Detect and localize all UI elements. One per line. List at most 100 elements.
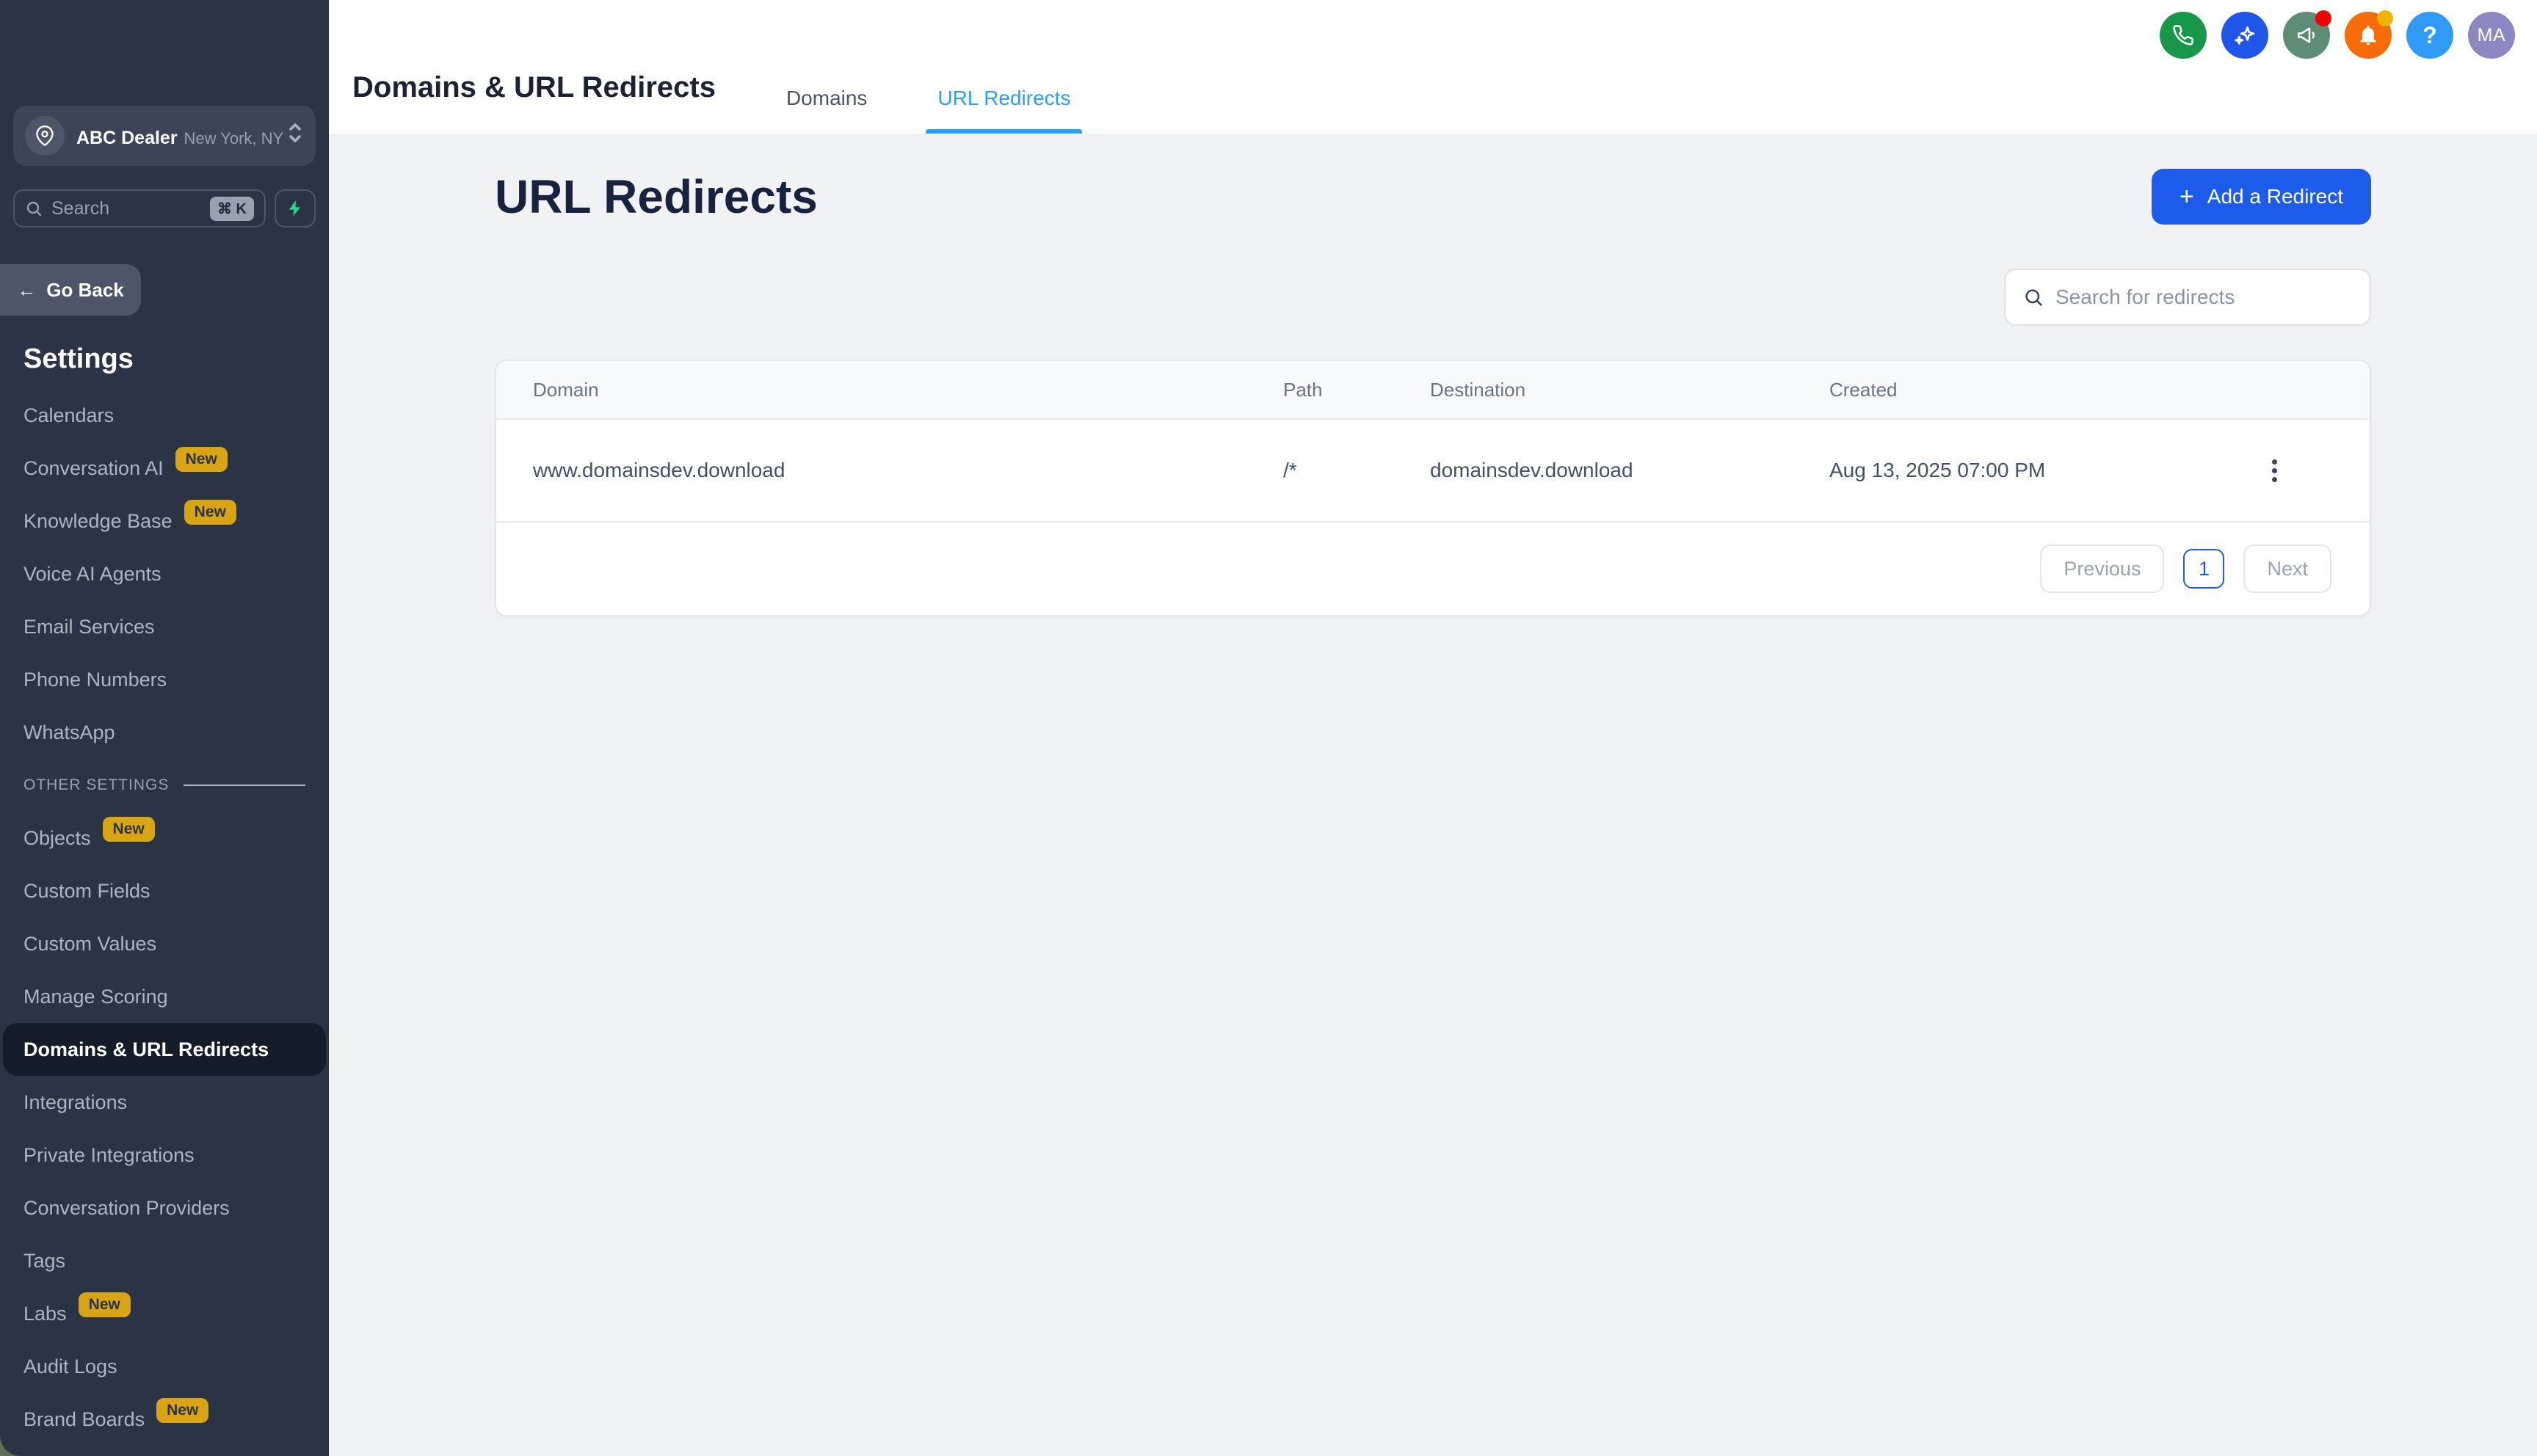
account-switcher[interactable]: ABC Dealer New York, NY bbox=[13, 106, 316, 166]
chevron-updown-icon bbox=[286, 120, 304, 152]
sidebar-item-domains-url-redirects[interactable]: Domains & URL Redirects bbox=[3, 1023, 326, 1076]
sidebar-item-label: Manage Scoring bbox=[23, 985, 168, 1008]
tab-url-redirects[interactable]: URL Redirects bbox=[926, 63, 1082, 134]
notification-dot-red bbox=[2315, 10, 2331, 26]
settings-menu: Calendars Conversation AI New Knowledge Bas… bbox=[0, 389, 329, 1446]
account-location: New York, NY bbox=[184, 128, 284, 148]
column-header-domain: Domain bbox=[533, 378, 599, 401]
go-back-button[interactable]: ← Go Back bbox=[0, 264, 141, 316]
row-actions-menu-button[interactable] bbox=[2266, 454, 2283, 488]
sidebar-item-custom-fields[interactable]: Custom Fields bbox=[0, 864, 329, 917]
plus-icon: + bbox=[2179, 183, 2194, 211]
add-redirect-label: Add a Redirect bbox=[2207, 185, 2343, 208]
column-header-created: Created bbox=[1829, 378, 1898, 401]
account-info: ABC Dealer New York, NY bbox=[76, 123, 286, 150]
section-label: OTHER SETTINGS bbox=[23, 776, 170, 793]
column-header-path: Path bbox=[1283, 378, 1323, 401]
go-back-label: Go Back bbox=[46, 278, 124, 301]
sidebar-item-conversation-providers[interactable]: Conversation Providers bbox=[0, 1182, 329, 1234]
lightning-bolt-icon bbox=[288, 200, 301, 216]
sidebar-search-placeholder: Search bbox=[51, 197, 110, 219]
user-avatar[interactable]: MA bbox=[2468, 12, 2515, 59]
cell-created: Aug 13, 2025 07:00 PM bbox=[1829, 459, 2046, 481]
sidebar-item-voice-ai-agents[interactable]: Voice AI Agents bbox=[0, 547, 329, 600]
pagination-row: Previous 1 Next bbox=[496, 523, 2370, 615]
sidebar-item-audit-logs[interactable]: Audit Logs bbox=[0, 1340, 329, 1393]
sidebar-item-private-integrations[interactable]: Private Integrations bbox=[0, 1129, 329, 1182]
sidebar-item-integrations[interactable]: Integrations bbox=[0, 1076, 329, 1129]
phone-button[interactable] bbox=[2160, 12, 2207, 59]
new-badge: New bbox=[102, 817, 155, 842]
cell-destination: domainsdev.download bbox=[1430, 459, 1633, 481]
sidebar-item-label: Voice AI Agents bbox=[23, 562, 161, 585]
page-title: Domains & URL Redirects bbox=[352, 71, 716, 103]
tab-domains[interactable]: Domains bbox=[774, 63, 879, 134]
next-page-button[interactable]: Next bbox=[2243, 545, 2331, 593]
sidebar-item-label: Objects bbox=[23, 826, 91, 849]
sidebar-item-brand-boards[interactable]: Brand Boards New bbox=[0, 1393, 329, 1446]
sidebar-item-label: Audit Logs bbox=[23, 1355, 117, 1377]
sidebar-section-other-settings: OTHER SETTINGS bbox=[0, 759, 329, 812]
sidebar-item-objects[interactable]: Objects New bbox=[0, 812, 329, 864]
ai-assistant-button[interactable] bbox=[2221, 12, 2268, 59]
sidebar-search-input[interactable]: Search ⌘ K bbox=[13, 189, 266, 228]
avatar-initials: MA bbox=[2477, 24, 2506, 46]
section-heading: URL Redirects bbox=[495, 170, 818, 223]
sidebar-item-labs[interactable]: Labs New bbox=[0, 1287, 329, 1340]
cell-domain: www.domainsdev.download bbox=[533, 459, 785, 481]
section-divider bbox=[184, 785, 305, 786]
location-pin-icon bbox=[25, 116, 65, 156]
back-arrow-icon: ← bbox=[17, 278, 37, 301]
account-name: ABC Dealer bbox=[76, 127, 178, 148]
redirects-table-card: Domain Path Destination Created www.doma… bbox=[495, 360, 2371, 616]
announcements-button[interactable] bbox=[2283, 10, 2331, 59]
notifications-button[interactable] bbox=[2345, 10, 2393, 59]
sidebar-item-label: Labs bbox=[23, 1302, 67, 1325]
new-badge: New bbox=[78, 1292, 131, 1317]
notification-dot-amber bbox=[2377, 10, 2393, 26]
question-mark-icon: ? bbox=[2422, 21, 2437, 48]
topbar-icon-row: ? MA bbox=[2160, 10, 2515, 59]
app-root: ABC Dealer New York, NY Search ⌘ K ← Go … bbox=[0, 0, 2537, 1456]
table-row: www.domainsdev.download /* domainsdev.do… bbox=[496, 420, 2370, 523]
cell-path: /* bbox=[1283, 459, 1297, 481]
sidebar-item-label: Custom Values bbox=[23, 932, 157, 955]
sidebar-item-tags[interactable]: Tags bbox=[0, 1234, 329, 1287]
sidebar-item-calendars[interactable]: Calendars bbox=[0, 389, 329, 442]
sidebar-item-label: Private Integrations bbox=[23, 1143, 195, 1166]
bell-icon bbox=[2360, 26, 2376, 46]
sidebar-item-email-services[interactable]: Email Services bbox=[0, 600, 329, 653]
sidebar-item-label: WhatsApp bbox=[23, 721, 115, 743]
phone-icon bbox=[2173, 25, 2193, 46]
sidebar-item-label: Tags bbox=[23, 1249, 66, 1272]
sidebar-item-label: Calendars bbox=[23, 404, 115, 426]
previous-page-button[interactable]: Previous bbox=[2040, 545, 2165, 593]
table-header-row: Domain Path Destination Created bbox=[496, 361, 2370, 420]
search-icon bbox=[26, 201, 42, 216]
sidebar-item-label: Custom Fields bbox=[23, 879, 150, 902]
sidebar-item-conversation-ai[interactable]: Conversation AI New bbox=[0, 442, 329, 495]
sidebar-item-whatsapp[interactable]: WhatsApp bbox=[0, 706, 329, 759]
sidebar-item-label: Phone Numbers bbox=[23, 668, 167, 691]
sidebar-item-phone-numbers[interactable]: Phone Numbers bbox=[0, 653, 329, 706]
new-badge: New bbox=[175, 447, 228, 472]
sidebar-item-label: Conversation Providers bbox=[23, 1196, 230, 1219]
sidebar-item-label: Knowledge Base bbox=[23, 509, 173, 532]
add-redirect-button[interactable]: + Add a Redirect bbox=[2151, 169, 2371, 225]
help-button[interactable]: ? bbox=[2406, 12, 2453, 59]
page-header-row: URL Redirects + Add a Redirect bbox=[495, 169, 2371, 225]
sidebar-item-knowledge-base[interactable]: Knowledge Base New bbox=[0, 495, 329, 547]
sidebar-item-label: Brand Boards bbox=[23, 1408, 145, 1430]
main-panel: Domains & URL Redirects Domains URL Redi… bbox=[329, 0, 2537, 1456]
sidebar-item-custom-values[interactable]: Custom Values bbox=[0, 917, 329, 970]
ai-sparkles-icon bbox=[2235, 26, 2255, 45]
sidebar-item-manage-scoring[interactable]: Manage Scoring bbox=[0, 970, 329, 1023]
sidebar-item-label: Email Services bbox=[23, 615, 155, 638]
sidebar-item-label: Conversation AI bbox=[23, 456, 164, 479]
sidebar-item-label: Domains & URL Redirects bbox=[23, 1038, 269, 1060]
quick-actions-button[interactable] bbox=[275, 189, 316, 228]
sidebar-item-label: Integrations bbox=[23, 1091, 128, 1113]
current-page-button[interactable]: 1 bbox=[2183, 549, 2225, 589]
redirects-search-input[interactable]: Search for redirects bbox=[2004, 269, 2371, 326]
column-header-destination: Destination bbox=[1430, 378, 1526, 401]
